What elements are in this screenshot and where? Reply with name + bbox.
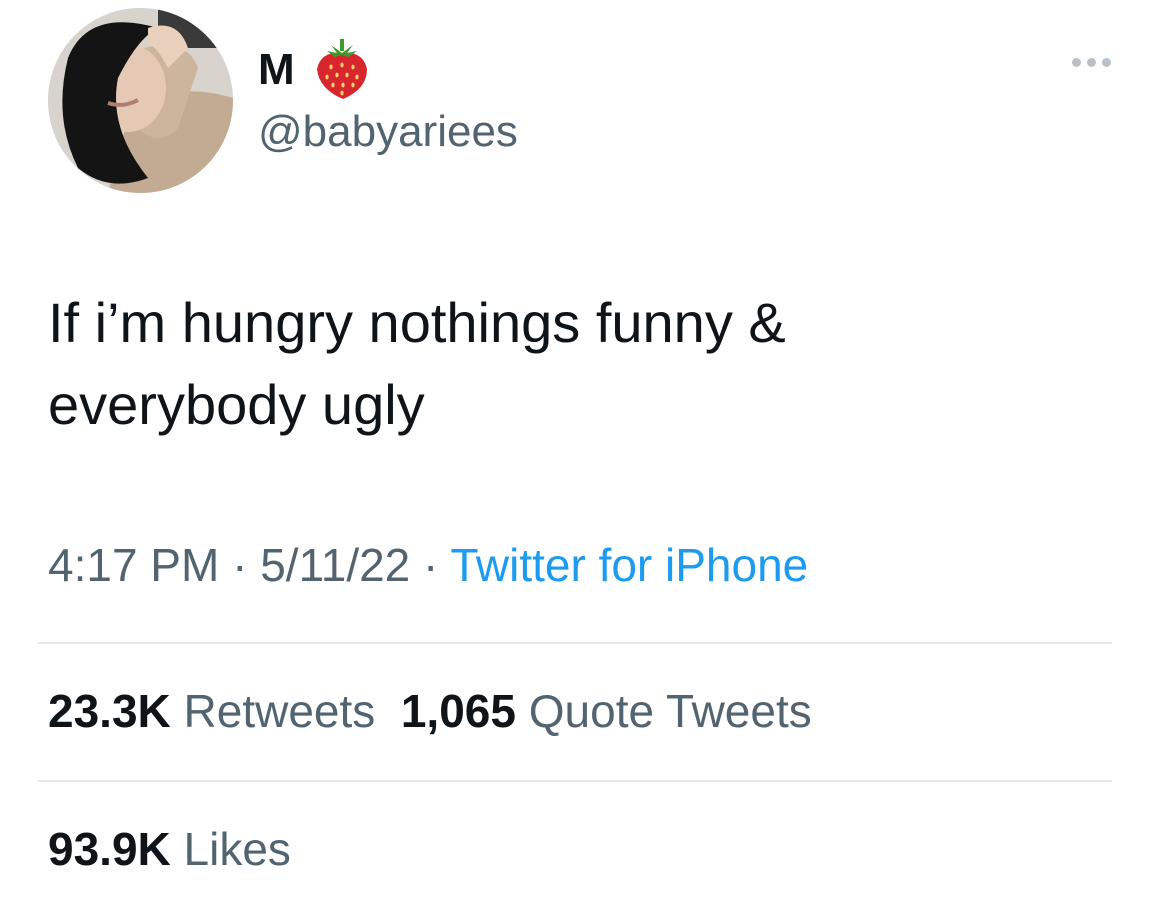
- avatar[interactable]: [48, 8, 233, 193]
- more-dot: [1087, 58, 1096, 67]
- retweets-count: 23.3K: [48, 685, 171, 737]
- tweet-source-link[interactable]: Twitter for iPhone: [450, 539, 808, 591]
- quote-tweets-count: 1,065: [400, 685, 516, 737]
- tweet-text: If i’m hungry nothings funny & everybody…: [48, 282, 1128, 446]
- avatar-photo: [48, 8, 233, 193]
- tweet-date[interactable]: 5/11/22: [260, 539, 410, 591]
- author-handle[interactable]: @babyariees: [258, 107, 518, 156]
- divider: [38, 780, 1112, 782]
- retweets-label: Retweets: [183, 685, 376, 737]
- more-dot: [1072, 58, 1081, 67]
- tweet-time[interactable]: 4:17 PM: [48, 539, 219, 591]
- meta-separator: ·: [423, 539, 439, 591]
- likes-stats: 93.9K Likes: [48, 824, 291, 875]
- divider: [38, 642, 1112, 644]
- more-options-icon[interactable]: [1072, 58, 1111, 67]
- tweet-meta: 4:17 PM · 5/11/22 · Twitter for iPhone: [48, 540, 808, 591]
- tweet-text-line: everybody ugly: [48, 373, 425, 436]
- likes-label: Likes: [183, 823, 291, 875]
- tweet-text-line: If i’m hungry nothings funny &: [48, 291, 786, 354]
- strawberry-icon: [313, 39, 371, 101]
- quote-tweets-link[interactable]: 1,065 Quote Tweets: [401, 685, 812, 737]
- tweet-card: M @babyariees If i’m hungry nothings fun…: [0, 0, 1170, 916]
- display-name[interactable]: M: [258, 48, 295, 92]
- more-dot: [1102, 58, 1111, 67]
- likes-count: 93.9K: [48, 823, 171, 875]
- quote-tweets-label: Quote Tweets: [528, 685, 812, 737]
- retweets-link[interactable]: 23.3K Retweets: [48, 685, 375, 737]
- engagement-stats: 23.3K Retweets 1,065 Quote Tweets: [48, 686, 812, 737]
- meta-separator: ·: [232, 539, 248, 591]
- likes-link[interactable]: 93.9K Likes: [48, 823, 291, 875]
- author-name-row[interactable]: M: [258, 39, 371, 101]
